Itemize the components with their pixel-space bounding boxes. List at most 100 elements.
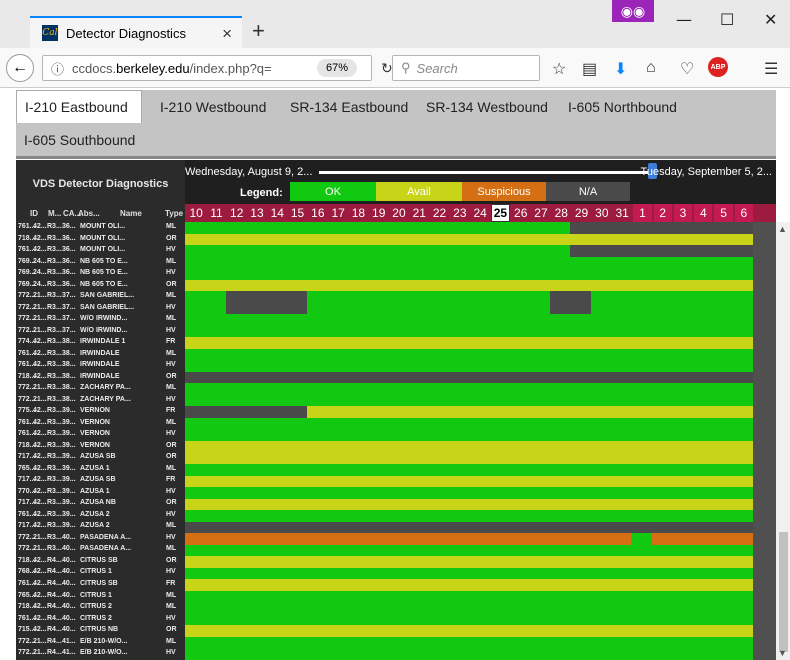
search-input[interactable]: ⚲ Search bbox=[392, 55, 540, 81]
status-cell-susp[interactable] bbox=[651, 533, 753, 546]
detector-row[interactable]: 715... 42... R4... 40... CITRUS NB OR bbox=[16, 624, 185, 636]
status-cell-na[interactable] bbox=[570, 222, 753, 235]
status-cell-ok[interactable] bbox=[185, 464, 753, 477]
home-icon[interactable]: ⌂ bbox=[646, 59, 656, 77]
status-cell-ok[interactable] bbox=[185, 487, 753, 500]
detector-row[interactable]: 775... 42... R3... 39... VERNON FR bbox=[16, 405, 185, 417]
bookmark-star-icon[interactable]: ☆ bbox=[552, 59, 566, 79]
detector-row[interactable]: 761... 42... R3... 38... IRWINDALE ML bbox=[16, 348, 185, 360]
status-cell-na[interactable] bbox=[570, 245, 753, 258]
browser-tab[interactable]: Cal Detector Diagnostics × bbox=[30, 16, 242, 48]
status-cell-ok[interactable] bbox=[185, 636, 753, 649]
status-cell-ok[interactable] bbox=[631, 533, 652, 546]
detector-row[interactable]: 761... 42... R3... 39... VERNON HV bbox=[16, 428, 185, 440]
status-cell-avail[interactable] bbox=[185, 475, 753, 488]
status-cell-ok[interactable] bbox=[185, 291, 226, 304]
status-cell-avail[interactable] bbox=[185, 279, 753, 292]
detector-row[interactable]: 772... 21... R4... 41... E/B 210-W/O... ML bbox=[16, 636, 185, 648]
detector-row[interactable]: 765... 42... R4... 40... CITRUS 1 ML bbox=[16, 590, 185, 602]
reader-list-icon[interactable]: ▤ bbox=[582, 59, 597, 79]
status-cell-ok[interactable] bbox=[185, 383, 753, 396]
detector-row[interactable]: 772... 21... R3... 37... W/O IRWIND... ML bbox=[16, 313, 185, 325]
detector-row[interactable]: 772... 21... R3... 38... ZACHARY PA... HV bbox=[16, 394, 185, 406]
zoom-level[interactable]: 67% bbox=[317, 59, 357, 77]
status-cell-avail[interactable] bbox=[185, 337, 753, 350]
status-cell-ok[interactable] bbox=[185, 245, 571, 258]
status-cell-ok[interactable] bbox=[185, 590, 753, 603]
status-cell-na[interactable] bbox=[185, 521, 753, 534]
detector-row[interactable]: 761... 42... R3... 36... MOUNT OLI... HV bbox=[16, 244, 185, 256]
detector-row[interactable]: 761... 42... R3... 39... AZUSA 2 HV bbox=[16, 509, 185, 521]
tab-i605-southbound[interactable]: I-605 Southbound bbox=[16, 123, 143, 156]
col-abs[interactable]: Abs... bbox=[78, 209, 100, 218]
menu-icon[interactable]: ☰ bbox=[764, 59, 778, 79]
status-cell-avail[interactable] bbox=[185, 579, 753, 592]
col-name[interactable]: Name bbox=[120, 209, 142, 218]
detector-row[interactable]: 774... 42... R3... 38... IRWINDALE 1 FR bbox=[16, 336, 185, 348]
status-cell-ok[interactable] bbox=[185, 256, 753, 269]
detector-row[interactable]: 718... 42... R3... 38... IRWINDALE OR bbox=[16, 371, 185, 383]
detector-row[interactable]: 765... 42... R3... 39... AZUSA 1 ML bbox=[16, 463, 185, 475]
detector-row[interactable]: 717... 42... R3... 39... AZUSA SB OR bbox=[16, 451, 185, 463]
detector-row[interactable]: 761... 42... R4... 40... CITRUS SB FR bbox=[16, 578, 185, 590]
tab-i605-northbound[interactable]: I-605 Northbound bbox=[560, 90, 685, 123]
status-cell-ok[interactable] bbox=[590, 291, 753, 304]
status-cell-ok[interactable] bbox=[185, 314, 753, 327]
status-cell-na[interactable] bbox=[225, 291, 307, 304]
detector-row[interactable]: 761... 42... R3... 36... MOUNT OLI... ML bbox=[16, 221, 185, 233]
new-tab-button[interactable]: + bbox=[252, 18, 265, 44]
vertical-scrollbar[interactable]: ▲ ▼ bbox=[776, 222, 790, 660]
detector-row[interactable]: 718... 42... R3... 39... VERNON OR bbox=[16, 440, 185, 452]
detector-row[interactable]: 769... 24... R3... 36... NB 605 TO E... HV bbox=[16, 267, 185, 279]
detector-row[interactable]: 772... 21... R3... 40... PASADENA A... ML bbox=[16, 543, 185, 555]
status-cell-na[interactable] bbox=[185, 406, 307, 419]
status-cell-ok[interactable] bbox=[185, 348, 753, 361]
status-cell-ok[interactable] bbox=[185, 510, 753, 523]
detector-row[interactable]: 718... 42... R3... 36... MOUNT OLI... OR bbox=[16, 233, 185, 245]
detector-row[interactable]: 768... 42... R4... 40... CITRUS 1 HV bbox=[16, 566, 185, 578]
status-cell-na[interactable] bbox=[550, 291, 591, 304]
tab-i210-westbound[interactable]: I-210 Westbound bbox=[152, 90, 274, 123]
detector-row[interactable]: 772... 21... R3... 37... SAN GABRIEL... ML bbox=[16, 290, 185, 302]
status-cell-ok[interactable] bbox=[185, 429, 753, 442]
detector-row[interactable]: 717... 42... R3... 39... AZUSA NB OR bbox=[16, 497, 185, 509]
detector-row[interactable]: 761... 42... R4... 40... CITRUS 2 HV bbox=[16, 613, 185, 625]
status-cell-avail[interactable] bbox=[185, 625, 753, 638]
adblock-icon[interactable]: ABP bbox=[708, 57, 728, 77]
status-cell-ok[interactable] bbox=[185, 544, 753, 557]
scroll-up-icon[interactable]: ▲ bbox=[778, 224, 787, 234]
status-cell-avail[interactable] bbox=[185, 441, 753, 454]
col-id[interactable]: ID bbox=[30, 209, 38, 218]
reload-icon[interactable]: ↻ bbox=[381, 60, 393, 77]
status-cell-ok[interactable] bbox=[185, 360, 753, 373]
tab-close-button[interactable]: × bbox=[222, 24, 232, 44]
status-cell-na[interactable] bbox=[550, 302, 591, 315]
status-cell-ok[interactable] bbox=[185, 602, 753, 615]
detector-row[interactable]: 772... 21... R3... 40... PASADENA A... HV bbox=[16, 532, 185, 544]
status-cell-na[interactable] bbox=[225, 302, 307, 315]
detector-row[interactable]: 769... 24... R3... 36... NB 605 TO E... OR bbox=[16, 279, 185, 291]
status-cell-ok[interactable] bbox=[185, 268, 753, 281]
pocket-icon[interactable]: ♡ bbox=[680, 59, 694, 79]
status-cell-ok[interactable] bbox=[306, 302, 551, 315]
status-cell-ok[interactable] bbox=[306, 291, 551, 304]
close-window-button[interactable]: ✕ bbox=[764, 10, 777, 29]
status-cell-ok[interactable] bbox=[185, 613, 753, 626]
tab-sr134-eastbound[interactable]: SR-134 Eastbound bbox=[282, 90, 416, 123]
tab-sr134-westbound[interactable]: SR-134 Westbound bbox=[418, 90, 556, 123]
status-cell-ok[interactable] bbox=[185, 302, 226, 315]
status-cell-susp[interactable] bbox=[185, 533, 632, 546]
scrollbar-thumb[interactable] bbox=[779, 532, 788, 652]
status-cell-ok[interactable] bbox=[185, 417, 753, 430]
scroll-down-icon[interactable]: ▼ bbox=[778, 648, 787, 658]
download-icon[interactable]: ⬇ bbox=[614, 59, 627, 79]
detector-row[interactable]: 772... 21... R4... 41... E/B 210-W/O... HV bbox=[16, 647, 185, 659]
col-type[interactable]: Type bbox=[165, 209, 183, 218]
maximize-button[interactable]: ☐ bbox=[720, 10, 734, 29]
minimize-button[interactable]: — bbox=[676, 10, 692, 29]
detector-row[interactable]: 761... 42... R3... 38... IRWINDALE HV bbox=[16, 359, 185, 371]
status-cell-ok[interactable] bbox=[590, 302, 753, 315]
tab-i210-eastbound[interactable]: I-210 Eastbound bbox=[16, 90, 142, 123]
detector-row[interactable]: 717... 42... R3... 39... AZUSA SB FR bbox=[16, 474, 185, 486]
detector-row[interactable]: 718... 42... R4... 40... CITRUS SB OR bbox=[16, 555, 185, 567]
